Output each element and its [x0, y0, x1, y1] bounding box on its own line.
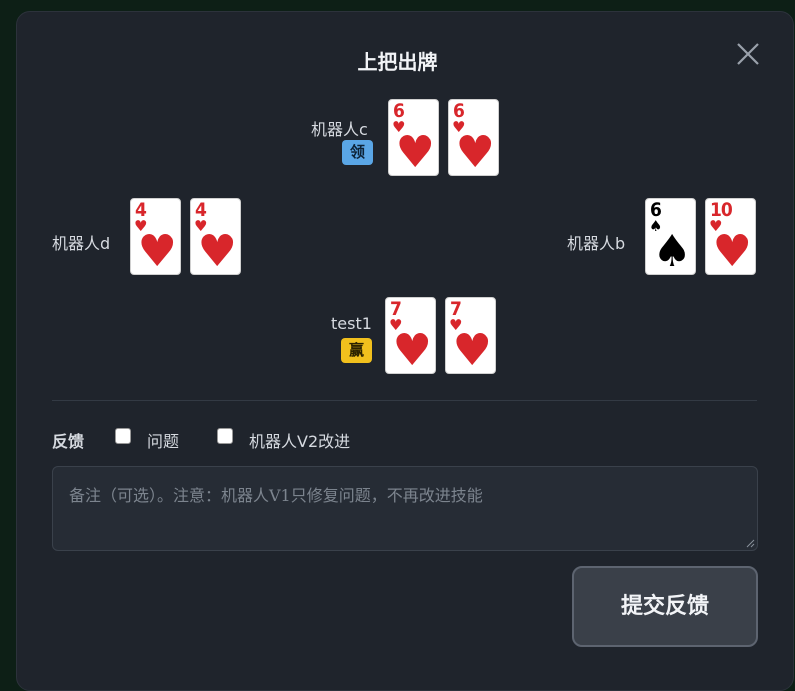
card-suit-large: ♠ — [652, 226, 692, 277]
issue-checkbox[interactable] — [115, 428, 131, 444]
player-name-top: 机器人c — [311, 120, 368, 139]
card-suit-large: ♥ — [452, 325, 492, 376]
card-suit-large: ♥ — [712, 226, 752, 277]
issue-checkbox-label[interactable]: 问题 — [147, 428, 179, 452]
submit-feedback-button[interactable]: 提交反馈 — [572, 566, 758, 647]
card-suit-large: ♥ — [455, 127, 495, 178]
player-name-left: 机器人d — [52, 234, 111, 253]
robot-v2-checkbox[interactable] — [217, 428, 233, 444]
card-suit-large: ♥ — [395, 127, 435, 178]
card-left-1: 4 ♥ ♥ — [130, 198, 181, 277]
player-name-right: 机器人b — [567, 234, 626, 253]
card-left-2: 4 ♥ ♥ — [190, 198, 241, 277]
note-placeholder: 备注（可选）。注意：机器人V1只修复问题，不再改进技能 — [69, 486, 483, 505]
dialog-title: 上把出牌 — [357, 50, 438, 74]
card-top-1: 6 ♥ ♥ — [388, 99, 439, 178]
card-right-1: 6 ♠ ♠ — [645, 198, 696, 277]
card-suit-large: ♥ — [392, 325, 432, 376]
card-suit-large: ♥ — [137, 226, 177, 277]
divider — [52, 400, 757, 401]
resize-grip-icon[interactable] — [745, 538, 755, 548]
winner-badge: 赢 — [341, 338, 372, 363]
card-top-2: 6 ♥ ♥ — [448, 99, 499, 178]
player-name-bottom: test1 — [331, 314, 372, 333]
feedback-note-textarea[interactable]: 备注（可选）。注意：机器人V1只修复问题，不再改进技能 — [52, 466, 758, 551]
card-right-2: 10 ♥ ♥ — [705, 198, 756, 277]
close-icon[interactable] — [733, 39, 763, 69]
card-suit-large: ♥ — [197, 226, 237, 277]
card-bottom-2: 7 ♥ ♥ — [445, 297, 496, 376]
lead-badge: 领 — [342, 140, 373, 165]
robot-v2-checkbox-label[interactable]: 机器人V2改进 — [249, 428, 350, 452]
card-bottom-1: 7 ♥ ♥ — [385, 297, 436, 376]
feedback-label: 反馈 — [52, 432, 85, 451]
